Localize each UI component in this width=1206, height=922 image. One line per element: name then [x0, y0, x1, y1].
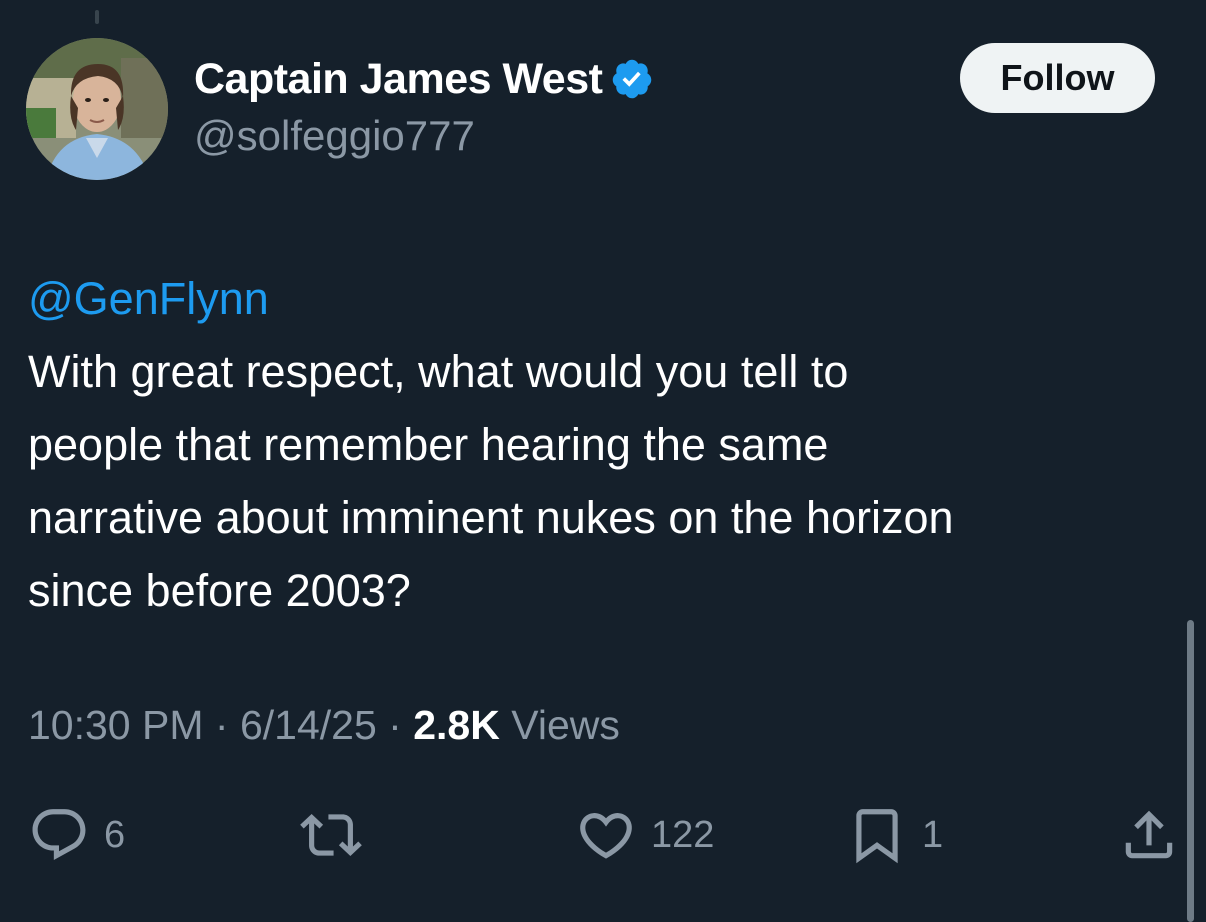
author-handle[interactable]: @solfeggio777 — [194, 112, 475, 160]
meta-separator: · — [388, 702, 402, 748]
tweet-date[interactable]: 6/14/25 — [240, 702, 377, 748]
repost-icon — [300, 804, 362, 866]
mention-link[interactable]: @GenFlynn — [28, 262, 1168, 335]
tweet-text-line: narrative about imminent nukes on the ho… — [28, 492, 954, 543]
tweet-time[interactable]: 10:30 PM — [28, 702, 204, 748]
bookmark-icon — [846, 804, 908, 866]
tweet-text-line: since before 2003? — [28, 565, 411, 616]
tweet-meta: 10:30 PM · 6/14/25 · 2.8K Views — [28, 702, 620, 749]
avatar[interactable] — [26, 38, 168, 180]
author-name-row: Captain James West — [194, 52, 654, 106]
bookmark-count: 1 — [922, 813, 944, 856]
share-icon — [1118, 804, 1180, 866]
reply-button[interactable]: 6 — [28, 800, 125, 870]
tweet-body: @GenFlynn With great respect, what would… — [28, 262, 1168, 627]
reply-count: 6 — [104, 813, 126, 856]
meta-separator: · — [214, 702, 229, 748]
tweet-actions: 6 122 1 — [0, 800, 1206, 870]
bookmark-button[interactable]: 1 — [846, 800, 943, 870]
tweet-text-line: With great respect, what would you tell … — [28, 346, 849, 397]
views-count[interactable]: 2.8K — [413, 702, 500, 748]
repost-button[interactable] — [300, 800, 362, 870]
heart-icon — [575, 804, 637, 866]
reply-icon — [28, 804, 90, 866]
views-label: Views — [511, 702, 620, 748]
like-count: 122 — [651, 813, 715, 856]
like-button[interactable]: 122 — [575, 800, 714, 870]
share-button[interactable] — [1118, 800, 1180, 870]
scrollbar[interactable] — [1187, 620, 1194, 922]
verified-badge-icon — [610, 57, 654, 101]
thread-connector-line — [95, 10, 99, 24]
author-display-name[interactable]: Captain James West — [194, 55, 603, 104]
follow-button[interactable]: Follow — [960, 43, 1155, 113]
tweet-text-line: people that remember hearing the same — [28, 419, 829, 470]
